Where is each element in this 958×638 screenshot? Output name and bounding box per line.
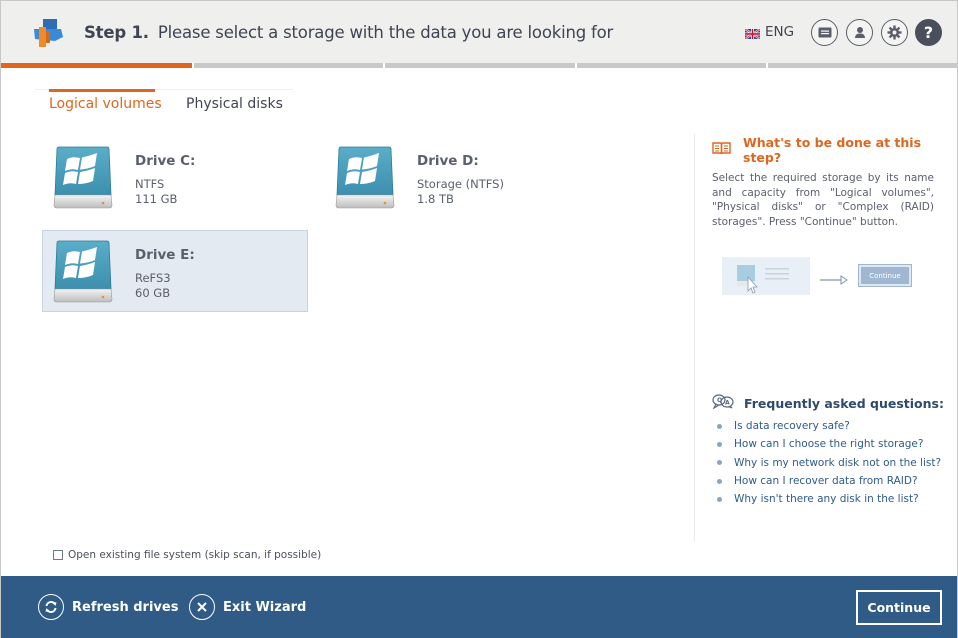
drive-item-d[interactable]: Drive D: Storage (NTFS) 1.8 TB [325, 137, 591, 219]
drive-filesystem: Storage (NTFS) [417, 177, 504, 191]
refresh-drives-label: Refresh drives [72, 599, 179, 615]
faq-link-text[interactable]: Why isn't there any disk in the list? [734, 493, 919, 505]
close-icon [189, 594, 215, 620]
drive-filesystem: NTFS [135, 177, 165, 191]
help-button[interactable]: ? [915, 19, 942, 46]
panel-divider [694, 134, 695, 542]
drive-name: Drive C: [135, 153, 196, 169]
bullet-icon [717, 478, 722, 484]
drive-filesystem: ReFS3 [135, 271, 171, 285]
user-icon [854, 26, 866, 39]
hard-drive-icon [51, 239, 115, 305]
open-existing-fs-option[interactable]: Open existing file system (skip scan, if… [53, 549, 321, 561]
tab-logical-volumes[interactable]: Logical volumes [49, 89, 162, 112]
progress-step-separator [192, 63, 195, 68]
faq-link[interactable]: Why is my network disk not on the list? [717, 454, 941, 472]
bullet-icon [717, 441, 722, 447]
wizard-progress-bar [1, 63, 957, 68]
drive-size: 111 GB [135, 192, 178, 206]
page-title: Step 1. Please select a storage with the… [84, 23, 613, 42]
tab-physical-disks[interactable]: Physical disks [186, 96, 283, 112]
open-existing-fs-label: Open existing file system (skip scan, if… [68, 549, 322, 561]
continue-button[interactable]: Continue [856, 590, 942, 625]
refresh-icon [38, 594, 64, 620]
illustration-drive-card [722, 257, 810, 295]
exit-wizard-button[interactable]: Exit Wizard [189, 594, 306, 620]
language-selector[interactable]: ENG [744, 24, 795, 40]
help-title: What's to be done at this step? [743, 135, 922, 165]
help-icon: ? [923, 23, 934, 42]
bullet-icon [717, 423, 722, 429]
faq-link[interactable]: How can I recover data from RAID? [717, 472, 941, 490]
progress-step-separator [765, 63, 768, 68]
faq-chat-icon: QA [712, 394, 734, 412]
drive-item-c[interactable]: Drive C: NTFS 111 GB [43, 137, 309, 219]
drive-item-e[interactable]: Drive E: ReFS3 60 GB [42, 230, 308, 312]
faq-link[interactable]: How can I choose the right storage? [717, 435, 941, 453]
faq-link-text[interactable]: Why is my network disk not on the list? [734, 457, 941, 469]
faq-link[interactable]: Is data recovery safe? [717, 417, 941, 435]
arrow-right-icon [820, 270, 848, 289]
drive-name: Drive D: [417, 153, 479, 169]
help-heading: What's to be done at this step? [712, 135, 957, 165]
account-button[interactable] [846, 19, 873, 46]
illustration-continue-button: Continue [858, 264, 912, 287]
gear-icon [887, 25, 902, 40]
help-text: Select the required storage by its name … [712, 172, 934, 228]
faq-link-text[interactable]: How can I recover data from RAID? [734, 475, 918, 487]
faq-title: Frequently asked questions: [744, 395, 944, 411]
svg-text:A: A [725, 400, 730, 407]
footer-bar: Refresh drives Exit Wizard Continue [1, 576, 957, 638]
svg-text:Q: Q [717, 397, 722, 404]
messages-icon [818, 27, 832, 38]
open-existing-fs-checkbox[interactable] [53, 550, 63, 560]
messages-button[interactable] [811, 19, 838, 46]
faq-link-text[interactable]: Is data recovery safe? [734, 420, 850, 432]
drive-name: Drive E: [135, 247, 195, 263]
step-label: Step 1. [84, 23, 149, 42]
help-illustration: Continue [722, 257, 912, 295]
book-icon [712, 142, 731, 158]
storage-tabs: Logical volumes Physical disks [35, 89, 293, 119]
bullet-icon [717, 460, 722, 466]
hard-drive-icon [333, 145, 397, 211]
hard-drive-icon [51, 145, 115, 211]
drive-size: 1.8 TB [417, 192, 454, 206]
progress-step-separator [574, 63, 577, 68]
exit-wizard-label: Exit Wizard [223, 599, 307, 615]
bullet-icon [717, 496, 722, 502]
settings-button[interactable] [881, 19, 908, 46]
faq-link-text[interactable]: How can I choose the right storage? [734, 438, 923, 450]
app-logo-icon [31, 17, 65, 49]
faq-heading: QA Frequently asked questions: [712, 394, 944, 412]
faq-link[interactable]: Why isn't there any disk in the list? [717, 490, 941, 508]
flag-uk-icon [744, 27, 761, 40]
drive-size: 60 GB [135, 286, 171, 300]
header-bar: Step 1. Please select a storage with the… [1, 1, 957, 63]
progress-step-separator [383, 63, 386, 68]
language-label: ENG [765, 24, 795, 40]
refresh-drives-button[interactable]: Refresh drives [38, 594, 178, 620]
faq-list: Is data recovery safe? How can I choose … [717, 417, 941, 508]
step-title: Please select a storage with the data yo… [157, 23, 614, 42]
progress-fill [1, 63, 193, 68]
